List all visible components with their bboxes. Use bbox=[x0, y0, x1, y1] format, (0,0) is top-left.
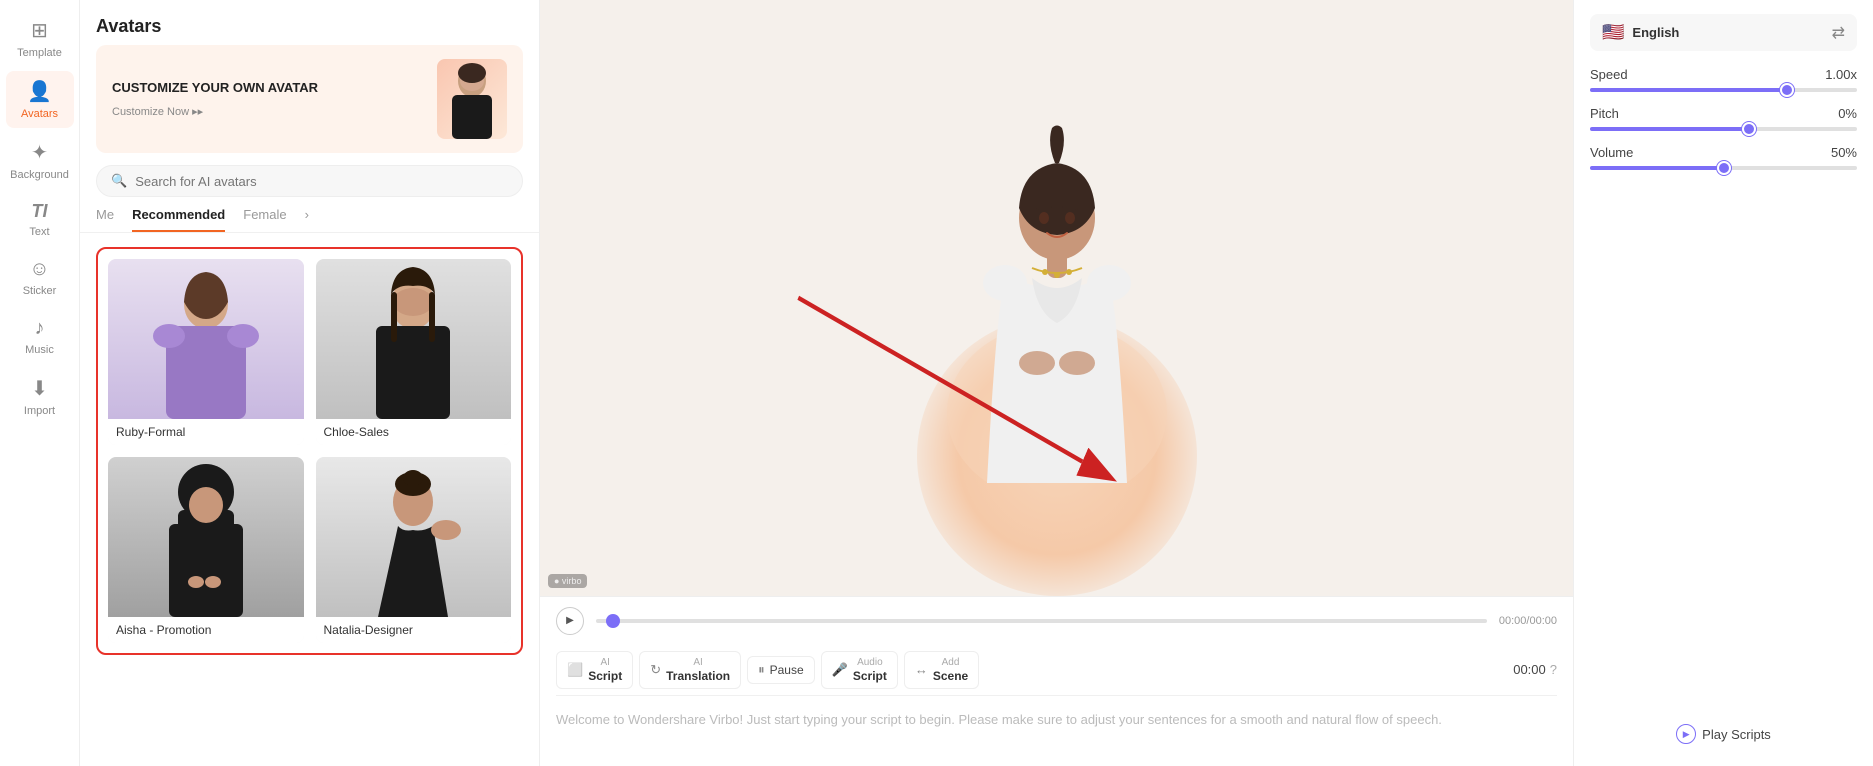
timeline-dot bbox=[606, 614, 620, 628]
pitch-label: Pitch bbox=[1590, 106, 1619, 121]
sidebar-item-label-template: Template bbox=[17, 47, 62, 59]
audio-script-icon: 🎤 bbox=[832, 662, 848, 678]
language-display: 🇺🇸 English bbox=[1602, 22, 1679, 43]
main-content: ● virbo ▶ 00:00/00:00 ⬜ AI Sc bbox=[540, 0, 1573, 766]
search-input[interactable] bbox=[135, 174, 508, 189]
sidebar: ⊞ Template 👤 Avatars ✦ Background TI Tex… bbox=[0, 0, 80, 766]
pause-icon: ⏸ bbox=[758, 662, 765, 678]
audio-script-button[interactable]: 🎤 Audio Script bbox=[821, 651, 898, 689]
customize-banner-image bbox=[437, 59, 507, 139]
avatar-grid-wrap: Ruby-Formal Chloe-Sales bbox=[80, 243, 539, 766]
avatar-natalia-image bbox=[316, 457, 512, 617]
ai-script-icon: ⬜ bbox=[567, 662, 583, 678]
time-display: 00:00 ? bbox=[1513, 662, 1557, 677]
avatar-aisha-image bbox=[108, 457, 304, 617]
flag-icon: 🇺🇸 bbox=[1602, 22, 1624, 43]
time-help-icon[interactable]: ? bbox=[1550, 662, 1557, 677]
customize-now-button[interactable]: Customize Now ▸▸ bbox=[112, 105, 203, 118]
sidebar-item-background[interactable]: ✦ Background bbox=[6, 132, 74, 189]
text-icon: TI bbox=[32, 201, 48, 222]
add-scene-icon: ↔ bbox=[915, 662, 928, 677]
avatar-tabs: Me Recommended Female › bbox=[80, 207, 539, 233]
preview-avatar-svg bbox=[937, 113, 1177, 483]
customize-banner-text: CUSTOMIZE YOUR OWN AVATAR Customize Now … bbox=[112, 80, 437, 118]
language-selector[interactable]: 🇺🇸 English ⇄ bbox=[1590, 14, 1857, 51]
speed-slider[interactable] bbox=[1590, 88, 1857, 92]
play-scripts-icon: ▶ bbox=[1676, 724, 1696, 744]
sidebar-item-label-music: Music bbox=[25, 344, 54, 356]
slider-group: Speed 1.00x Pitch 0% Volume 50% bbox=[1590, 67, 1857, 170]
pitch-slider-row: Pitch 0% bbox=[1590, 106, 1857, 131]
preview-watermark: ● virbo bbox=[548, 574, 587, 588]
sidebar-item-template[interactable]: ⊞ Template bbox=[6, 10, 74, 67]
volume-slider-row: Volume 50% bbox=[1590, 145, 1857, 170]
ai-translation-icon: ↻ bbox=[650, 662, 661, 678]
language-switch-icon[interactable]: ⇄ bbox=[1832, 23, 1845, 43]
sidebar-item-import[interactable]: ⬇ Import bbox=[6, 368, 74, 425]
language-label: English bbox=[1632, 25, 1679, 40]
search-wrap: 🔍 bbox=[80, 165, 539, 207]
add-scene-button[interactable]: ↔ Add Scene bbox=[904, 651, 979, 689]
avatars-icon: 👤 bbox=[27, 79, 52, 104]
tab-me[interactable]: Me bbox=[96, 207, 114, 232]
tab-female[interactable]: Female bbox=[243, 207, 286, 232]
avatar-panel: Avatars CUSTOMIZE YOUR OWN AVATAR Custom… bbox=[80, 0, 540, 766]
sidebar-item-label-import: Import bbox=[24, 405, 55, 417]
avatar-card-natalia[interactable]: Natalia-Designer bbox=[316, 457, 512, 643]
script-toolbar: ⬜ AI Script ↻ AI Translation ⏸ Pause 🎤 bbox=[556, 641, 1557, 696]
tab-recommended[interactable]: Recommended bbox=[132, 207, 225, 232]
play-scripts-button[interactable]: ▶ Play Scripts bbox=[1590, 716, 1857, 752]
avatar-ruby-image bbox=[108, 259, 304, 419]
search-input-box: 🔍 bbox=[96, 165, 523, 197]
play-button[interactable]: ▶ bbox=[556, 607, 584, 635]
speed-value: 1.00x bbox=[1825, 67, 1857, 82]
template-icon: ⊞ bbox=[31, 18, 48, 43]
timeline-time: 00:00/00:00 bbox=[1499, 615, 1557, 627]
avatar-natalia-label: Natalia-Designer bbox=[316, 617, 512, 643]
avatar-chloe-image bbox=[316, 259, 512, 419]
speed-label: Speed bbox=[1590, 67, 1628, 82]
avatar-card-ruby[interactable]: Ruby-Formal bbox=[108, 259, 304, 445]
customize-banner-title: CUSTOMIZE YOUR OWN AVATAR bbox=[112, 80, 437, 97]
search-icon: 🔍 bbox=[111, 173, 127, 189]
sidebar-item-sticker[interactable]: ☺ Sticker bbox=[6, 250, 74, 305]
tab-more-icon[interactable]: › bbox=[305, 207, 309, 232]
ai-translation-button[interactable]: ↻ AI Translation bbox=[639, 651, 741, 689]
ai-script-button[interactable]: ⬜ AI Script bbox=[556, 651, 633, 689]
script-area: ⬜ AI Script ↻ AI Translation ⏸ Pause 🎤 bbox=[540, 641, 1573, 766]
sidebar-item-text[interactable]: TI Text bbox=[6, 193, 74, 246]
avatar-card-aisha[interactable]: Aisha - Promotion bbox=[108, 457, 304, 643]
avatar-card-chloe[interactable]: Chloe-Sales bbox=[316, 259, 512, 445]
pause-button[interactable]: ⏸ Pause bbox=[747, 656, 815, 684]
avatar-aisha-label: Aisha - Promotion bbox=[108, 617, 304, 643]
timeline-track[interactable] bbox=[596, 619, 1487, 623]
sidebar-item-label-text: Text bbox=[29, 226, 49, 238]
volume-label: Volume bbox=[1590, 145, 1633, 160]
avatar-chloe-label: Chloe-Sales bbox=[316, 419, 512, 445]
customize-banner[interactable]: CUSTOMIZE YOUR OWN AVATAR Customize Now … bbox=[96, 45, 523, 153]
music-icon: ♪ bbox=[35, 317, 45, 340]
preview-container: ● virbo bbox=[540, 0, 1573, 596]
sidebar-item-avatars[interactable]: 👤 Avatars bbox=[6, 71, 74, 128]
background-icon: ✦ bbox=[31, 140, 48, 165]
right-panel: 🇺🇸 English ⇄ Speed 1.00x Pitch 0% Volume bbox=[1573, 0, 1873, 766]
import-icon: ⬇ bbox=[31, 376, 48, 401]
avatar-grid: Ruby-Formal Chloe-Sales bbox=[96, 247, 523, 655]
avatar-ruby-label: Ruby-Formal bbox=[108, 419, 304, 445]
sticker-icon: ☺ bbox=[29, 258, 49, 281]
playback-bar: ▶ 00:00/00:00 bbox=[540, 596, 1573, 641]
volume-slider[interactable] bbox=[1590, 166, 1857, 170]
volume-value: 50% bbox=[1831, 145, 1857, 160]
preview-area: ● virbo bbox=[540, 0, 1573, 596]
speed-slider-row: Speed 1.00x bbox=[1590, 67, 1857, 92]
banner-avatar-svg bbox=[442, 61, 502, 139]
sidebar-item-label-avatars: Avatars bbox=[21, 108, 58, 120]
sidebar-item-music[interactable]: ♪ Music bbox=[6, 309, 74, 364]
script-text-area[interactable]: Welcome to Wondershare Virbo! Just start… bbox=[556, 696, 1557, 766]
pitch-value: 0% bbox=[1838, 106, 1857, 121]
sidebar-item-label-sticker: Sticker bbox=[23, 285, 57, 297]
sidebar-item-label-background: Background bbox=[10, 169, 69, 181]
pitch-slider[interactable] bbox=[1590, 127, 1857, 131]
avatar-panel-title: Avatars bbox=[80, 0, 539, 45]
